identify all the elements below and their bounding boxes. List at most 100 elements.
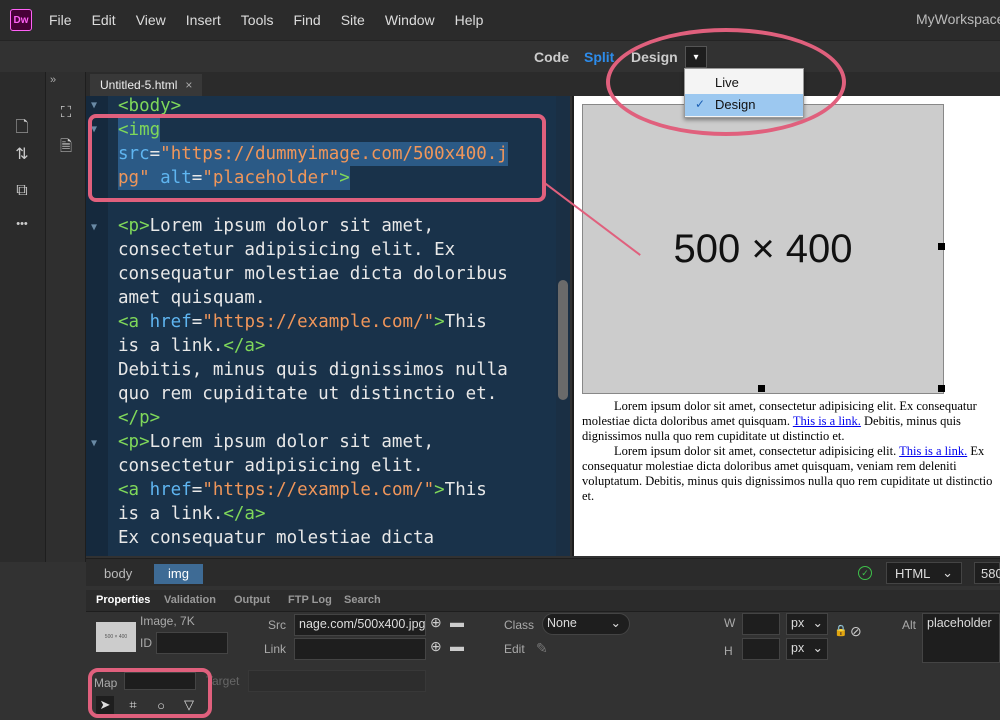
annotation-ellipse-dropdown [606, 28, 846, 136]
tag-selector-bar: body img ✓ HTML ⌄ 580 [86, 558, 1000, 586]
tab-search[interactable]: Search [344, 594, 381, 606]
document-tab-title: Untitled-5.html [100, 78, 178, 92]
menu-window[interactable]: Window [384, 10, 436, 30]
close-tab-icon[interactable]: × [185, 78, 192, 92]
dom-tree-icon[interactable]: ⛶ [56, 104, 76, 121]
code-line: is a link.</a> [118, 336, 266, 356]
code-line: </p> [118, 408, 161, 428]
document-tab-bar: Untitled-5.html × [86, 72, 1000, 96]
point-to-file-icon[interactable]: ⊕ [430, 614, 442, 631]
code-line: amet quisquam. [118, 288, 266, 308]
no-errors-check-icon: ✓ [858, 566, 872, 580]
chevron-down-icon: ⌄ [610, 616, 621, 630]
menu-find[interactable]: Find [292, 10, 321, 30]
height-label: H [724, 644, 733, 658]
image-placeholder[interactable]: 500 × 400 [582, 104, 944, 394]
pencil-icon[interactable]: ✎ [536, 640, 548, 657]
code-line: quo rem cupiditate ut distinctio et. [118, 384, 498, 404]
tag-img[interactable]: img [154, 564, 203, 584]
code-scrollbar-thumb[interactable] [558, 280, 568, 400]
alt-field[interactable]: placeholder [922, 613, 1000, 663]
code-line: is a link.</a> [118, 504, 266, 524]
design-link[interactable]: This is a link. [899, 444, 967, 458]
code-line: <a href="https://example.com/">This [118, 480, 487, 500]
secondary-toolbar: » ⛶ 🗎 [46, 72, 86, 562]
window-size-select[interactable]: 580 [974, 562, 1000, 584]
tab-output[interactable]: Output [234, 594, 270, 606]
menu-file[interactable]: File [48, 10, 73, 30]
point-to-file-icon[interactable]: ⊕ [430, 638, 442, 655]
id-field[interactable] [156, 632, 228, 654]
expand-chevron-icon[interactable]: » [50, 74, 56, 86]
chevron-down-icon: ⌄ [812, 616, 823, 630]
tag-body[interactable]: body [90, 564, 146, 584]
src-field[interactable]: nage.com/500x400.jpg [294, 614, 426, 636]
chevron-down-icon: ⌄ [942, 565, 953, 580]
code-file-icon[interactable]: 🗎 [56, 136, 76, 161]
resize-handle[interactable] [938, 385, 945, 392]
annotation-highlight-code [88, 114, 546, 202]
width-label: W [724, 616, 736, 630]
height-unit-select[interactable]: px ⌄ [786, 638, 828, 660]
height-field[interactable] [742, 638, 780, 660]
height-unit-value: px [791, 641, 805, 655]
workspace-switcher[interactable]: MyWorkspace [916, 11, 1000, 27]
menu-site[interactable]: Site [340, 10, 366, 30]
code-line: consectetur adipisicing elit. [118, 456, 424, 476]
code-line: consequatur molestiae dicta doloribus [118, 264, 508, 284]
image-placeholder-label: 500 × 400 [673, 226, 853, 271]
split-view-button[interactable]: Split [584, 49, 614, 65]
code-line: <p>Lorem ipsum dolor sit amet, [118, 432, 435, 452]
class-value: None [547, 616, 577, 630]
menu-view[interactable]: View [135, 10, 167, 30]
src-label: Src [268, 618, 286, 632]
fold-arrow-icon[interactable]: ▼ [91, 438, 97, 449]
properties-panel: 500 × 400 Image, 7K ID Src nage.com/500x… [86, 612, 1000, 720]
image-thumbnail: 500 × 400 [96, 622, 136, 652]
view-mode-bar: Code Split Design [0, 40, 1000, 72]
document-tab[interactable]: Untitled-5.html × [90, 74, 203, 96]
left-toolbar: 🗋 ⇅ ⧉ ••• [0, 72, 46, 562]
code-view-button[interactable]: Code [534, 49, 569, 65]
resize-handle[interactable] [938, 243, 945, 250]
class-select[interactable]: None ⌄ [542, 613, 630, 635]
file-icon[interactable]: 🗋 [12, 116, 32, 143]
tab-validation[interactable]: Validation [164, 594, 216, 606]
width-field[interactable] [742, 613, 780, 635]
design-view[interactable]: 500 × 400 Lorem ipsum dolor sit amet, co… [572, 96, 1000, 556]
id-label: ID [140, 636, 152, 650]
code-line: Ex consequatur molestiae dicta [118, 528, 435, 548]
code-line: <p>Lorem ipsum dolor sit amet, [118, 216, 435, 236]
folder-icon[interactable]: ▬ [450, 638, 464, 654]
menu-tools[interactable]: Tools [240, 10, 275, 30]
sort-icon[interactable]: ⇅ [12, 144, 32, 164]
folder-icon[interactable]: ▬ [450, 614, 464, 630]
code-line: Debitis, minus quis dignissimos nulla [118, 360, 508, 380]
menu-help[interactable]: Help [454, 10, 485, 30]
reset-size-icon[interactable]: ⊘ [850, 623, 862, 640]
annotation-highlight-map [88, 668, 212, 718]
code-line: <a href="https://example.com/">This [118, 312, 487, 332]
menu-bar: Dw File Edit View Insert Tools Find Site… [0, 0, 1000, 40]
panel-tabs: Properties Validation Output FTP Log Sea… [86, 590, 1000, 612]
width-unit-select[interactable]: px ⌄ [786, 613, 828, 635]
menu-insert[interactable]: Insert [185, 10, 222, 30]
design-paragraph: Lorem ipsum dolor sit amet, consectetur … [582, 444, 993, 503]
fold-arrow-icon[interactable]: ▼ [91, 100, 97, 111]
design-link[interactable]: This is a link. [793, 414, 861, 428]
fold-arrow-icon[interactable]: ▼ [91, 222, 97, 233]
target-select[interactable] [248, 670, 426, 692]
resize-handle[interactable] [758, 385, 765, 392]
dreamweaver-logo: Dw [10, 9, 32, 31]
class-label: Class [504, 618, 535, 632]
more-icon[interactable]: ••• [12, 218, 32, 230]
chevron-down-icon: ⌄ [812, 641, 823, 655]
tab-ftp-log[interactable]: FTP Log [288, 594, 332, 606]
menu-edit[interactable]: Edit [91, 10, 117, 30]
lock-icon[interactable]: 🔒 [834, 624, 848, 637]
link-field[interactable] [294, 638, 426, 660]
tab-properties[interactable]: Properties [96, 594, 150, 606]
design-paragraph: Lorem ipsum dolor sit amet, consectetur … [582, 399, 977, 443]
document-type-select[interactable]: HTML ⌄ [886, 562, 962, 584]
code-snippet-icon[interactable]: ⧉ [12, 182, 32, 200]
